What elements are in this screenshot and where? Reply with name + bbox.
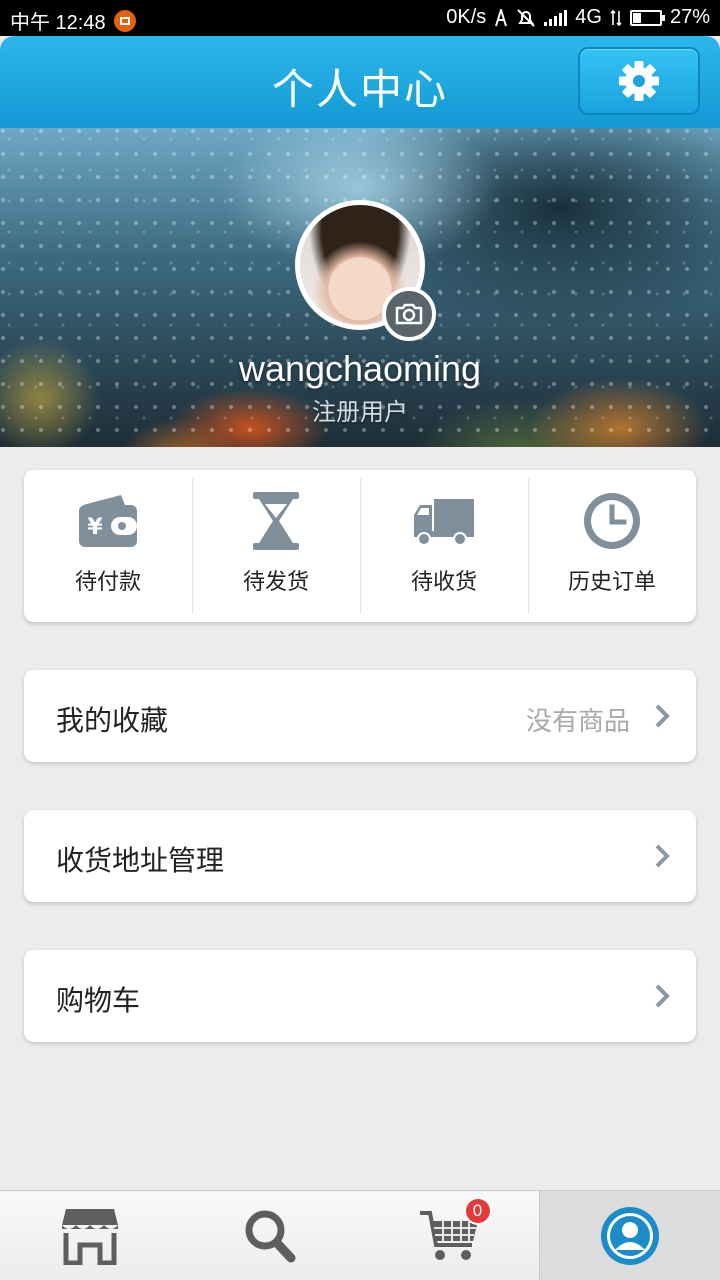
svg-text:¥: ¥	[87, 515, 103, 540]
net-speed: 0K/s	[446, 6, 487, 28]
row-label: 我的收藏	[56, 704, 169, 737]
chevron-right-icon	[655, 704, 670, 728]
username: wangchaoming	[238, 348, 482, 389]
row-label: 购物车	[56, 984, 141, 1017]
order-label: 待收货	[410, 570, 477, 595]
row-value: 没有商品	[525, 707, 630, 737]
chevron-right-icon	[655, 984, 670, 1008]
order-awaiting-shipment[interactable]: 待发货	[192, 470, 360, 622]
change-avatar-button[interactable]	[382, 287, 436, 341]
user-role: 注册用户	[312, 398, 408, 426]
gear-icon	[619, 61, 659, 101]
signal-icon	[544, 9, 568, 26]
status-bar: 中午 12:48 0K/s 4G 27%	[0, 0, 720, 36]
nav-tab-cart[interactable]: 0	[360, 1191, 540, 1280]
shopping-cart-row[interactable]: 购物车	[24, 950, 696, 1042]
address-management-row[interactable]: 收货地址管理	[24, 810, 696, 902]
user-icon	[601, 1206, 660, 1265]
order-label: 待付款	[74, 570, 141, 595]
search-icon	[245, 1210, 296, 1262]
order-awaiting-delivery[interactable]: 待收货	[360, 470, 528, 622]
order-pending-payment[interactable]: ¥ 待付款	[24, 470, 192, 622]
bottom-nav: 0	[0, 1190, 720, 1280]
clock-icon	[577, 488, 647, 554]
nfc-icon	[495, 8, 508, 26]
nav-tab-search[interactable]	[180, 1191, 360, 1280]
wallet-icon: ¥	[73, 488, 143, 554]
store-icon	[61, 1208, 118, 1265]
orders-card: ¥ 待付款 待发货 待收货 历史订单	[24, 470, 696, 622]
truck-icon	[409, 488, 479, 554]
cart-count-badge: 0	[463, 1197, 492, 1225]
settings-button[interactable]	[578, 47, 700, 115]
chevron-right-icon	[655, 844, 670, 868]
nav-tab-store[interactable]	[0, 1191, 180, 1280]
order-label: 历史订单	[567, 570, 656, 595]
order-label: 待发货	[242, 570, 309, 595]
profile-banner: wangchaoming 注册用户	[0, 128, 720, 447]
status-time: 中午 12:48	[10, 12, 106, 34]
row-label: 收货地址管理	[56, 844, 225, 877]
nav-tab-profile[interactable]	[539, 1191, 720, 1280]
battery-percent: 27%	[669, 6, 710, 28]
status-right: 0K/s 4G 27%	[446, 6, 710, 29]
status-left: 中午 12:48	[10, 6, 136, 35]
mute-bell-icon	[517, 8, 535, 27]
app-header: 个人中心	[0, 36, 720, 128]
camera-icon	[395, 303, 423, 325]
battery-icon	[629, 9, 665, 26]
notification-icon	[113, 9, 136, 32]
order-history[interactable]: 历史订单	[528, 470, 696, 622]
hourglass-icon	[241, 488, 311, 554]
my-favorites-row[interactable]: 我的收藏 没有商品	[24, 670, 696, 762]
battery-fill	[632, 12, 641, 23]
network-type: 4G	[575, 6, 602, 28]
data-arrows-icon	[610, 9, 622, 26]
